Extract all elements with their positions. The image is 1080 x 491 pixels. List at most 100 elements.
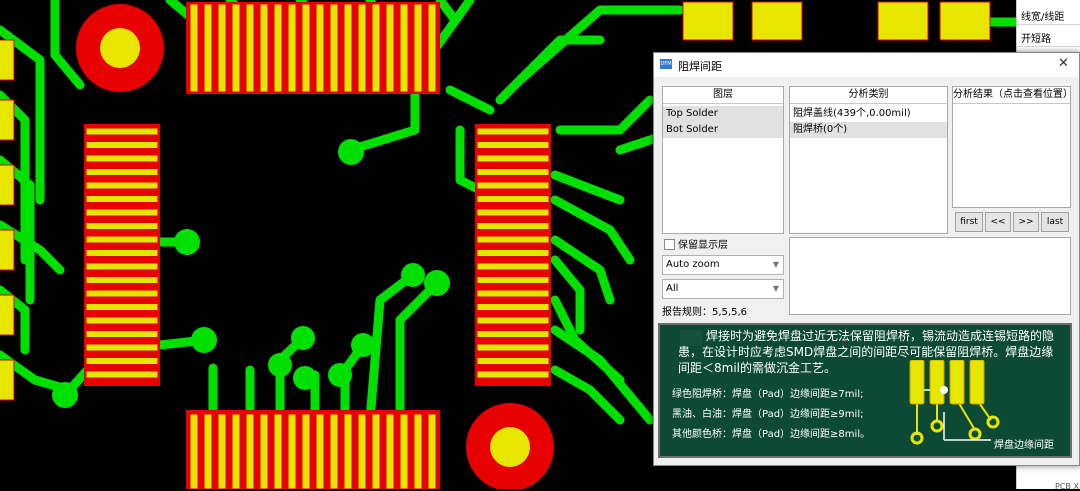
ic-pad	[427, 413, 437, 489]
ic-pad	[259, 3, 269, 93]
ic-pad	[301, 3, 311, 93]
ic-pad	[245, 413, 255, 489]
keep-display-layer-label: 保留显示层	[678, 240, 728, 251]
category-list: 分析类别 阻焊盖线(439个,0.00mil) 阻焊桥(0个)	[789, 86, 948, 234]
ic-pad	[413, 3, 423, 93]
ic-pad	[357, 3, 367, 93]
ic-pad	[476, 222, 550, 230]
ic-pad	[189, 413, 199, 489]
last-button[interactable]: last	[1041, 212, 1069, 232]
prev-button[interactable]: <<	[985, 212, 1011, 232]
side-bottom-tag: PCB X	[1055, 482, 1079, 491]
ic-pad	[273, 3, 283, 93]
note-line-other: 其他颜色桥：焊盘（Pad）边缘间距≥8mil。	[672, 429, 871, 440]
title-bar[interactable]: DFM 阻焊间距 ✕	[654, 53, 1079, 77]
ic-pad	[85, 316, 159, 325]
ic-pad	[371, 413, 381, 489]
ic-pad	[85, 154, 159, 163]
app-icon: DFM	[660, 59, 672, 69]
ic-pad	[273, 413, 283, 489]
dialog-title: 阻焊间距	[678, 60, 722, 73]
ic-pad	[476, 316, 550, 325]
ic-pad	[476, 208, 550, 217]
ic-pad	[85, 262, 159, 271]
ic-pad	[287, 413, 297, 489]
ic-pad	[315, 413, 325, 489]
ic-pad	[85, 276, 159, 284]
side-item-open-short[interactable]: 开短路	[1021, 30, 1051, 45]
report-rule: 报告规则：5,5,5,6	[662, 307, 747, 318]
chevron-down-icon: ▼	[772, 284, 779, 293]
zoom-select-value: Auto zoom	[666, 259, 720, 270]
ic-pad	[343, 413, 353, 489]
ic-pad	[476, 262, 550, 271]
solder-mask-spacing-dialog: DFM 阻焊间距 ✕ 图层 Top Solder Bot Solder 分析类别…	[653, 52, 1080, 466]
ic-pad	[217, 413, 227, 489]
chevron-down-icon: ▼	[772, 260, 779, 269]
next-button[interactable]: >>	[1013, 212, 1039, 232]
ic-pad	[85, 168, 159, 176]
first-button[interactable]: first	[955, 212, 983, 232]
ic-pad	[85, 370, 159, 379]
results-header: 分析结果（点击查看位置）	[953, 87, 1073, 104]
ic-pad	[85, 181, 159, 190]
layer-item-top-solder[interactable]: Top Solder	[663, 106, 783, 122]
zoom-select[interactable]: Auto zoom ▼	[662, 255, 784, 275]
ic-pad	[85, 195, 159, 203]
category-item-mask-over-trace[interactable]: 阻焊盖线(439个,0.00mil)	[790, 106, 947, 122]
ic-pad	[231, 3, 241, 93]
ic-pad	[343, 3, 353, 93]
ic-pad	[476, 181, 550, 190]
ic-pad	[399, 3, 409, 93]
filter-select-value: All	[666, 283, 679, 294]
ic-pad	[85, 357, 159, 365]
ic-pad	[385, 3, 395, 93]
close-icon[interactable]: ✕	[1058, 56, 1069, 71]
ic-pad	[315, 3, 325, 93]
note-line-black-white: 黑油、白油：焊盘（Pad）边缘间距≥9mil;	[672, 409, 864, 420]
ic-pad	[476, 235, 550, 244]
ic-pad	[85, 127, 159, 136]
ic-pad	[287, 3, 297, 93]
results-list[interactable]: 分析结果（点击查看位置）	[952, 86, 1073, 208]
filter-select[interactable]: All ▼	[662, 279, 784, 299]
info-note: 焊接时为避免焊盘过近无法保留阻焊桥，锡流动造成连锡短路的隐患，在设计时应考虑SM…	[658, 323, 1072, 458]
ic-pad	[85, 141, 159, 149]
ic-pad	[85, 222, 159, 230]
ic-pad	[476, 249, 550, 257]
ic-pad	[413, 413, 423, 489]
ic-pad	[85, 289, 159, 298]
ic-pad	[476, 168, 550, 176]
ic-pad	[476, 370, 550, 379]
category-item-mask-bridge[interactable]: 阻焊桥(0个)	[790, 122, 947, 138]
ic-pad	[85, 235, 159, 244]
ic-pad	[476, 127, 550, 136]
ic-pad	[476, 276, 550, 284]
ic-pad	[85, 303, 159, 311]
ic-pad	[203, 413, 213, 489]
ic-pad	[476, 330, 550, 338]
ic-pad	[476, 195, 550, 203]
ic-pad	[85, 249, 159, 257]
ic-pad	[231, 413, 241, 489]
ic-pad	[371, 3, 381, 93]
ic-pad	[329, 413, 339, 489]
ic-pad	[476, 141, 550, 149]
divider	[1017, 24, 1080, 25]
diagram-label: 焊盘边缘间距	[994, 440, 1054, 451]
keep-display-layer-checkbox[interactable]	[664, 239, 675, 250]
ic-pad	[427, 3, 437, 93]
ic-pad	[189, 3, 199, 93]
ic-pad	[329, 3, 339, 93]
layer-item-bot-solder[interactable]: Bot Solder	[663, 122, 783, 138]
detail-box[interactable]	[789, 237, 1071, 315]
side-item-linewidth[interactable]: 线宽/线距	[1021, 8, 1064, 23]
ic-pad	[259, 413, 269, 489]
ic-pad	[203, 3, 213, 93]
ic-pad	[85, 208, 159, 217]
ic-pad	[476, 289, 550, 298]
ic-pad	[357, 413, 367, 489]
ic-pad	[399, 413, 409, 489]
ic-pad	[476, 154, 550, 163]
divider	[1017, 46, 1080, 47]
